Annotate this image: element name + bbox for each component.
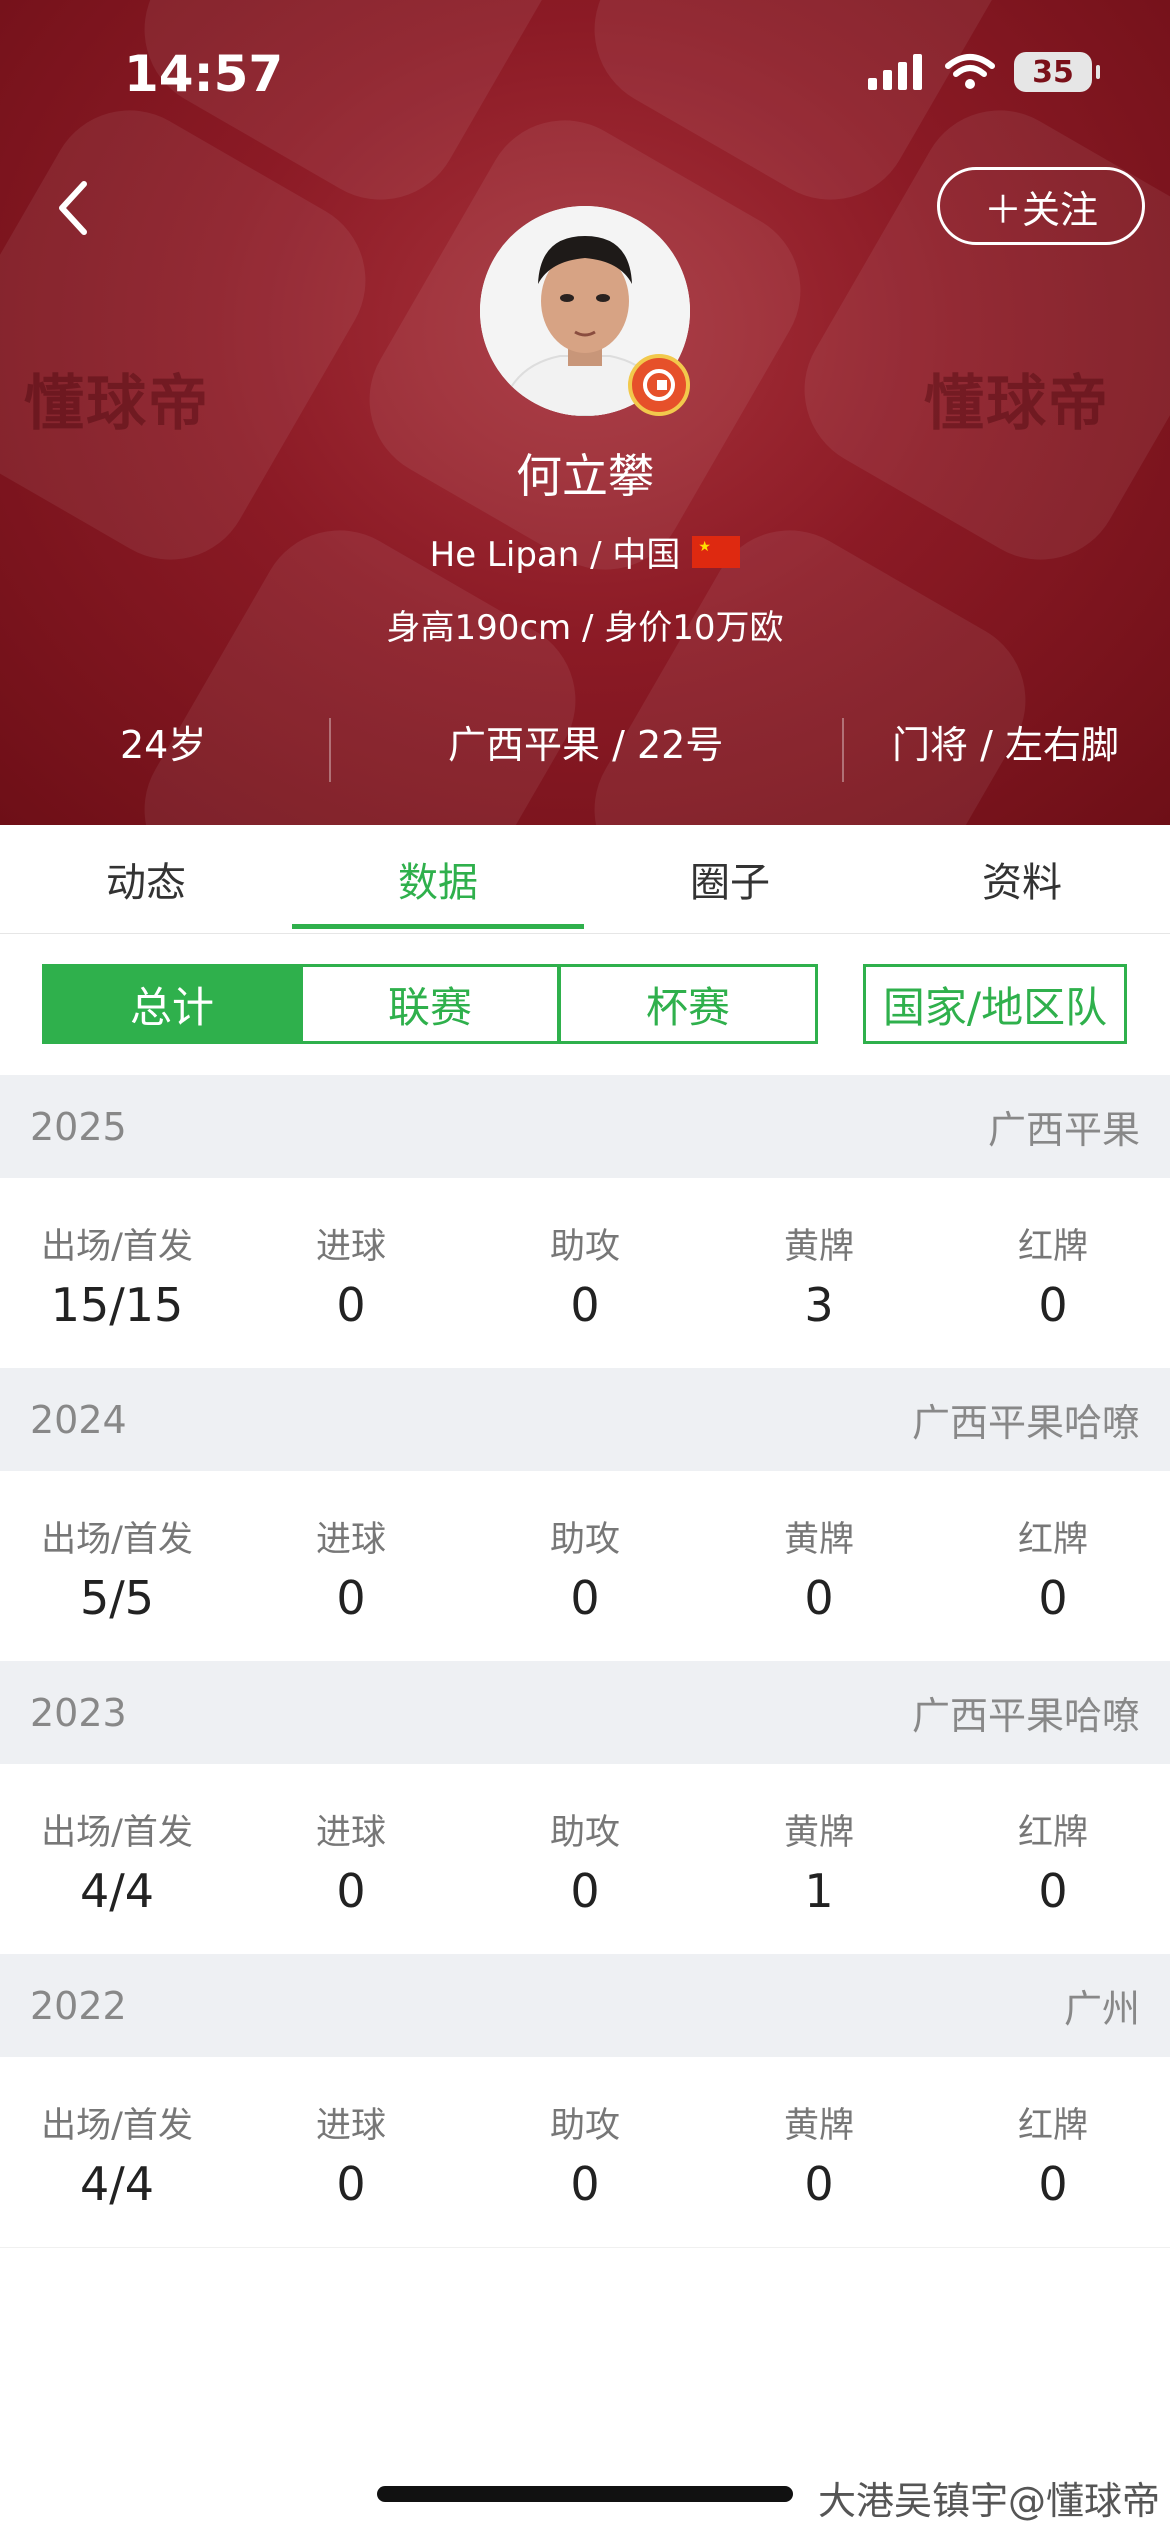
stat-label: 黄牌	[783, 2106, 854, 2146]
segment-control: 总计 联赛 杯赛	[42, 964, 818, 1044]
stat-label: 助攻	[549, 1227, 620, 1267]
stat-value: 0	[570, 2157, 600, 2211]
season-header[interactable]: 2025 广西平果	[0, 1075, 1170, 1178]
tab-active-indicator	[292, 924, 584, 929]
back-button[interactable]	[52, 178, 92, 238]
season-stats: 出场/首发 15/15 进球 0 助攻 0 黄牌 3 红牌 0	[0, 1178, 1170, 1369]
tab-circle[interactable]: 圈子	[584, 825, 876, 933]
stat-value: 0	[570, 1278, 600, 1332]
stat-label: 红牌	[1017, 1520, 1088, 1560]
season-header[interactable]: 2024 广西平果哈嘹	[0, 1368, 1170, 1471]
stat-value: 0	[336, 1864, 366, 1918]
stat-label: 进球	[315, 1520, 386, 1560]
season-block: 2025 广西平果 出场/首发 15/15 进球 0 助攻 0 黄牌 3 红牌 0	[0, 1075, 1170, 1369]
stat-label: 黄牌	[783, 1520, 854, 1560]
stat-label: 黄牌	[783, 1227, 854, 1267]
status-icons: 35	[866, 52, 1100, 92]
stat-value: 0	[1038, 1278, 1068, 1332]
watermark-right: 懂球帝	[924, 369, 1110, 439]
stat-label: 助攻	[549, 1813, 620, 1853]
season-team: 广西平果哈嘹	[911, 1401, 1140, 1445]
stat-label: 红牌	[1017, 1813, 1088, 1853]
segment-league[interactable]: 联赛	[300, 964, 560, 1044]
stat-label: 出场/首发	[41, 1520, 193, 1560]
status-time: 14:57	[124, 45, 284, 103]
season-stats: 出场/首发 4/4 进球 0 助攻 0 黄牌 1 红牌 0	[0, 1764, 1170, 1955]
segment-national-team[interactable]: 国家/地区队	[863, 964, 1127, 1044]
stat-label: 出场/首发	[41, 2106, 193, 2146]
season-team: 广西平果	[987, 1108, 1140, 1152]
stat-value: 0	[1038, 2157, 1068, 2211]
season-block: 2022 广州 出场/首发 4/4 进球 0 助攻 0 黄牌 0 红牌 0	[0, 1954, 1170, 2248]
english-name-country: He Lipan / 中国	[429, 535, 681, 575]
segment-total[interactable]: 总计	[42, 964, 302, 1044]
player-header: 懂球帝 懂球帝 14:57 35 ＋关注 何立攀 He Lipan / 中国 ★…	[0, 0, 1170, 825]
season-header[interactable]: 2023 广西平果哈嘹	[0, 1661, 1170, 1764]
player-nationality: He Lipan / 中国 ★	[0, 527, 1170, 576]
season-block: 2024 广西平果哈嘹 出场/首发 5/5 进球 0 助攻 0 黄牌 0 红牌 0	[0, 1368, 1170, 1662]
stat-value: 0	[1038, 1571, 1068, 1625]
stat-value: 0	[1038, 1864, 1068, 1918]
stat-label: 出场/首发	[41, 1813, 193, 1853]
club-badge-icon	[628, 354, 690, 416]
stat-value: 0	[804, 2157, 834, 2211]
player-name: 何立攀	[516, 449, 654, 503]
watermark-left: 懂球帝	[24, 369, 210, 439]
stat-value: 5/5	[79, 1571, 155, 1625]
divider	[329, 718, 331, 782]
player-position-foot: 门将 / 左右脚	[892, 723, 1119, 767]
stat-label: 黄牌	[783, 1813, 854, 1853]
stat-value: 0	[336, 2157, 366, 2211]
stat-label: 红牌	[1017, 2106, 1088, 2146]
season-team: 广州	[1063, 1987, 1140, 2031]
stat-label: 进球	[315, 1227, 386, 1267]
stat-value: 0	[336, 1571, 366, 1625]
stat-value: 0	[570, 1864, 600, 1918]
stat-label: 出场/首发	[41, 1227, 193, 1267]
player-age: 24岁	[120, 723, 207, 767]
stat-value: 0	[570, 1571, 600, 1625]
stat-label: 助攻	[549, 1520, 620, 1560]
season-year: 2023	[30, 1690, 127, 1735]
season-year: 2025	[30, 1104, 127, 1149]
battery-icon: 35	[1014, 52, 1100, 92]
tab-bar: 动态 数据 圈子 资料	[0, 825, 1170, 934]
stat-value: 1	[804, 1864, 834, 1918]
tab-profile[interactable]: 资料	[876, 825, 1168, 933]
season-block: 2023 广西平果哈嘹 出场/首发 4/4 进球 0 助攻 0 黄牌 1 红牌 0	[0, 1661, 1170, 1955]
stat-value: 4/4	[79, 1864, 155, 1918]
stat-label: 助攻	[549, 2106, 620, 2146]
season-team: 广西平果哈嘹	[911, 1694, 1140, 1738]
stat-value: 3	[804, 1278, 834, 1332]
tab-updates[interactable]: 动态	[0, 825, 292, 933]
season-stats: 出场/首发 5/5 进球 0 助攻 0 黄牌 0 红牌 0	[0, 1471, 1170, 1662]
season-header[interactable]: 2022 广州	[0, 1954, 1170, 2057]
stat-value: 0	[804, 1571, 834, 1625]
signal-icon	[868, 54, 922, 90]
stat-label: 红牌	[1017, 1227, 1088, 1267]
china-flag-icon: ★	[692, 535, 741, 568]
player-height-value: 身高190cm / 身价10万欧	[386, 608, 784, 648]
player-club-number[interactable]: 广西平果 / 22号	[448, 714, 723, 769]
player-summary: 24岁 广西平果 / 22号 门将 / 左右脚	[0, 700, 1170, 780]
home-indicator[interactable]	[377, 2486, 793, 2502]
wifi-icon	[945, 54, 995, 89]
stat-label: 进球	[315, 1813, 386, 1853]
follow-button[interactable]: ＋关注	[937, 167, 1145, 245]
stat-value: 0	[336, 1278, 366, 1332]
stat-value: 4/4	[79, 2157, 155, 2211]
season-year: 2022	[30, 1983, 127, 2028]
stat-value: 15/15	[50, 1278, 184, 1332]
season-year: 2024	[30, 1397, 127, 1442]
season-stats: 出场/首发 4/4 进球 0 助攻 0 黄牌 0 红牌 0	[0, 2057, 1170, 2248]
segment-cup[interactable]: 杯赛	[558, 964, 818, 1044]
divider	[842, 718, 844, 782]
tab-data[interactable]: 数据	[292, 825, 584, 933]
club-logo	[643, 369, 675, 401]
stat-label: 进球	[315, 2106, 386, 2146]
footer-credit: 大港吴镇宇@懂球帝	[817, 2479, 1160, 2523]
